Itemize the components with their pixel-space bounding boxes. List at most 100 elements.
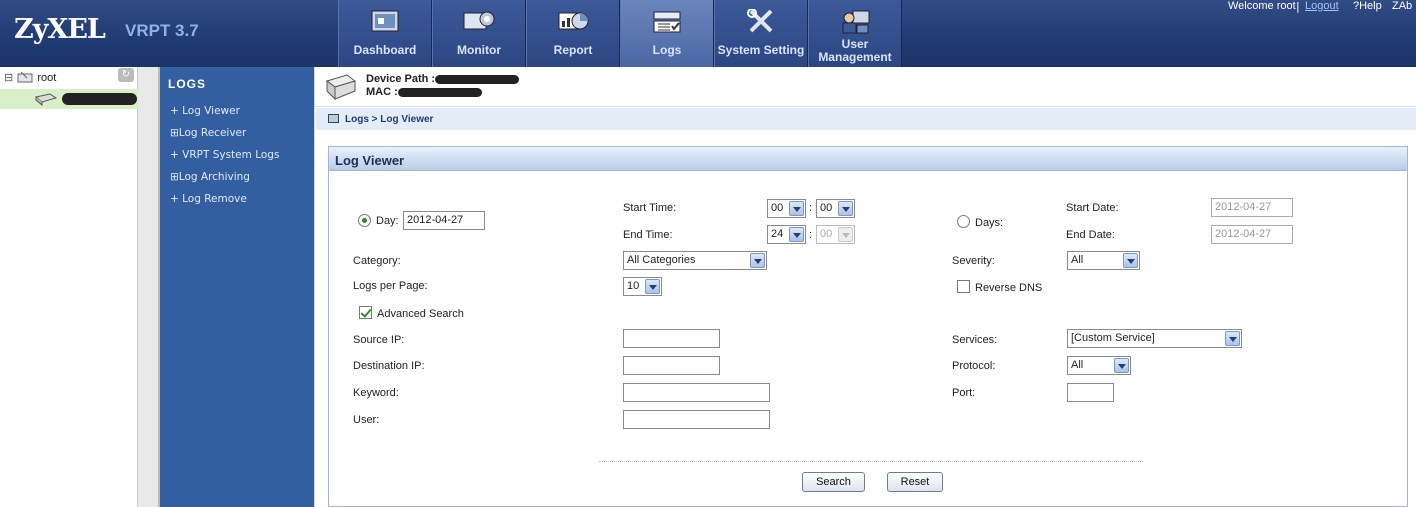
- end-date-input[interactable]: 2012-04-27: [1211, 225, 1293, 244]
- tree-splitter[interactable]: [138, 67, 160, 507]
- tree-root-node[interactable]: ⊟ root: [4, 71, 56, 84]
- services-select[interactable]: [Custom Service]: [1067, 329, 1242, 348]
- tab-dashboard[interactable]: Dashboard: [338, 0, 432, 67]
- keyword-input[interactable]: [623, 383, 770, 402]
- day-input[interactable]: 2012-04-27: [403, 211, 485, 230]
- tree-root-label: root: [37, 72, 57, 84]
- chevron-down-icon: [789, 227, 804, 242]
- users-icon: [842, 10, 870, 34]
- device-mac: MAC :: [366, 86, 482, 98]
- advanced-search-label: Advanced Search: [377, 308, 464, 320]
- chevron-down-icon: [645, 279, 660, 294]
- start-hour-select[interactable]: 00: [767, 199, 806, 218]
- log-viewer-panel: Log Viewer Day: 2012-04-27 Start Time: 0…: [328, 146, 1408, 507]
- source-ip-input[interactable]: [623, 329, 720, 348]
- severity-label: Severity:: [952, 255, 995, 267]
- time-colon: :: [809, 229, 813, 241]
- protocol-value: All: [1071, 359, 1084, 371]
- chevron-down-icon: [1123, 253, 1138, 268]
- days-radio[interactable]: [957, 215, 970, 228]
- severity-select[interactable]: All: [1067, 251, 1140, 270]
- port-label: Port:: [952, 387, 976, 399]
- device-icon: [34, 93, 58, 106]
- end-hour-value: 24: [771, 228, 784, 240]
- services-label: Services:: [952, 334, 998, 346]
- help-link[interactable]: ?Help: [1353, 0, 1382, 12]
- monitor-icon: [463, 11, 495, 30]
- reset-button[interactable]: Reset: [887, 472, 943, 492]
- collapse-icon[interactable]: ⊟: [4, 72, 13, 84]
- sidebar-item-log-viewer[interactable]: + Log Viewer: [170, 105, 240, 117]
- port-input[interactable]: [1067, 383, 1114, 402]
- chevron-down-icon: [838, 227, 853, 242]
- tab-logs[interactable]: Logs: [620, 0, 714, 67]
- breadcrumb: Logs > Log Viewer: [316, 108, 1416, 131]
- start-time-label: Start Time:: [623, 202, 677, 214]
- destination-ip-input[interactable]: [623, 356, 720, 375]
- root-folder-icon: [17, 71, 33, 83]
- end-hour-select[interactable]: 24: [767, 225, 806, 244]
- about-link[interactable]: ZAb: [1392, 0, 1412, 12]
- logs-icon: [653, 11, 681, 33]
- sidebar-item-vrpt-system-logs[interactable]: + VRPT System Logs: [170, 149, 279, 161]
- redacted-mac: [397, 87, 482, 97]
- report-icon: [558, 12, 589, 30]
- tab-report[interactable]: Report: [526, 0, 620, 67]
- tab-user-management[interactable]: User Management: [808, 0, 902, 67]
- breadcrumb-text: Logs > Log Viewer: [345, 114, 434, 125]
- advanced-search-checkbox[interactable]: [359, 306, 372, 319]
- logs-per-page-value: 10: [627, 280, 640, 292]
- tab-system-setting[interactable]: System Setting: [714, 0, 808, 67]
- redacted-device-path: [435, 74, 520, 84]
- user-label: User:: [353, 414, 380, 426]
- logs-per-page-select[interactable]: 10: [623, 277, 662, 296]
- start-minute-select[interactable]: 00: [816, 199, 855, 218]
- category-label: Category:: [353, 255, 401, 267]
- severity-value: All: [1071, 254, 1084, 266]
- device-path: Device Path :: [366, 73, 520, 85]
- chevron-down-icon: [1225, 331, 1240, 346]
- logs-per-page-label: Logs per Page:: [353, 280, 428, 292]
- sidebar-item-log-archiving[interactable]: ⊞Log Archiving: [170, 171, 250, 183]
- welcome-text: Welcome root: [1228, 0, 1296, 12]
- device-header: Device Path : MAC :: [316, 67, 1416, 107]
- device-path-label: Device Path :: [366, 73, 436, 85]
- keyword-label: Keyword:: [353, 387, 399, 399]
- tab-label: User Management: [818, 37, 892, 64]
- tab-monitor[interactable]: Monitor: [432, 0, 526, 67]
- refresh-icon[interactable]: ↻: [118, 68, 134, 82]
- dashboard-icon: [371, 10, 399, 32]
- mac-label: MAC :: [366, 86, 398, 98]
- logout-link[interactable]: Logout: [1305, 0, 1339, 12]
- header-separator: |: [1296, 0, 1300, 13]
- start-date-input[interactable]: 2012-04-27: [1211, 198, 1293, 217]
- tab-label: Dashboard: [353, 43, 417, 57]
- logs-sidebar: LOGS + Log Viewer ⊞Log Receiver + VRPT S…: [160, 67, 315, 507]
- chevron-down-icon: [789, 201, 804, 216]
- reverse-dns-label: Reverse DNS: [975, 282, 1043, 294]
- tab-label: Report: [553, 43, 593, 57]
- start-minute-value: 00: [820, 202, 833, 214]
- user-input[interactable]: [623, 410, 770, 429]
- category-value: All Categories: [627, 254, 696, 266]
- days-label: Days:: [975, 217, 1004, 229]
- tab-label: Monitor: [457, 43, 501, 57]
- device-box-icon: [325, 74, 357, 101]
- end-time-label: End Time:: [623, 229, 673, 241]
- end-date-label: End Date:: [1066, 229, 1115, 241]
- services-value: [Custom Service]: [1071, 332, 1155, 344]
- day-radio[interactable]: [358, 214, 371, 227]
- protocol-select[interactable]: All: [1067, 356, 1131, 375]
- end-minute-value: 00: [820, 228, 833, 240]
- reverse-dns-checkbox[interactable]: [957, 280, 970, 293]
- time-colon: :: [809, 202, 813, 214]
- top-header: ZyXEL VRPT 3.7 Dashboard Monitor Report …: [0, 0, 1416, 67]
- category-select[interactable]: All Categories: [623, 251, 767, 270]
- sidebar-item-log-remove[interactable]: + Log Remove: [170, 193, 247, 205]
- start-date-label: Start Date:: [1066, 202, 1119, 214]
- search-button[interactable]: Search: [802, 472, 865, 492]
- day-label: Day:: [376, 215, 399, 227]
- sidebar-item-log-receiver[interactable]: ⊞Log Receiver: [170, 127, 246, 139]
- zyxel-logo: ZyXEL: [14, 14, 106, 45]
- start-hour-value: 00: [771, 202, 784, 214]
